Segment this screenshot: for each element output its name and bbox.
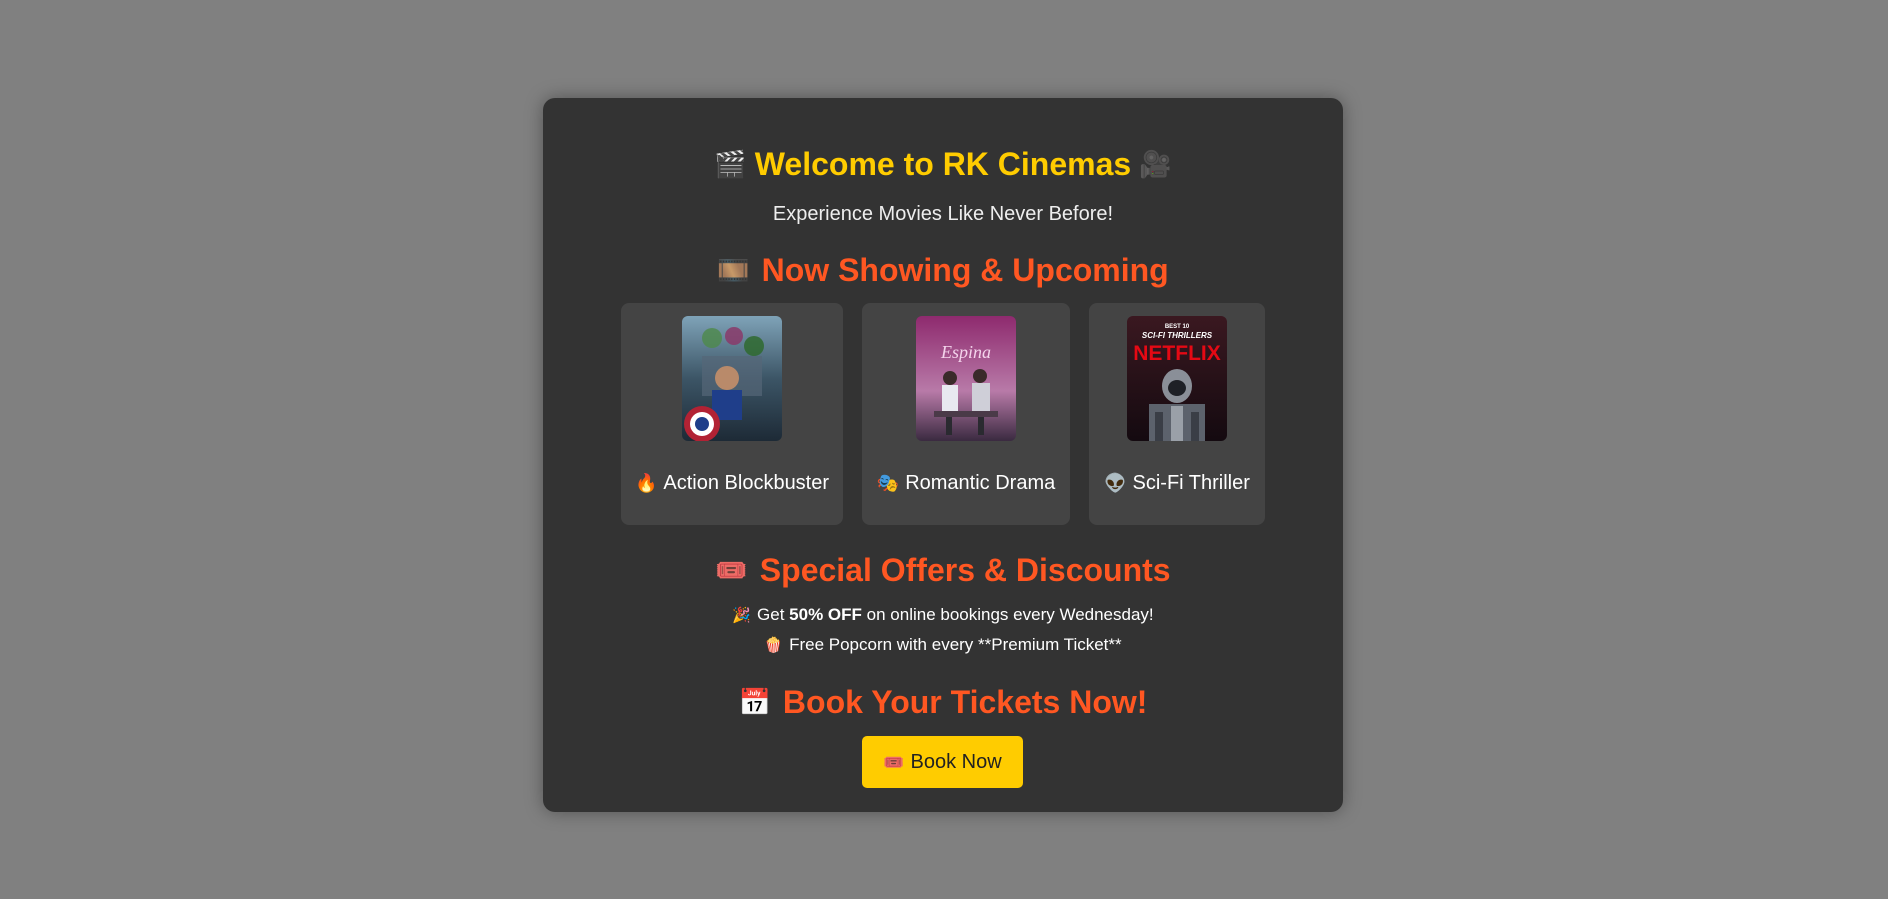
calendar-icon: 📅 [738,687,771,717]
movie-poster-scifi: BEST 10 SCI-FI THRILLERS NETFLIX [1127,316,1227,441]
now-showing-heading: 🎞️ Now Showing & Upcoming [543,251,1343,289]
movie-card-scifi[interactable]: BEST 10 SCI-FI THRILLERS NETFLIX 👽 Sci-Fi… [1089,303,1265,525]
clapperboard-icon: 🎬 [714,149,747,179]
movie-title-romance: Romantic Drama [905,472,1056,494]
performing-arts-icon: 🎭 [876,473,900,493]
popcorn-icon: 🍿 [764,637,784,654]
movie-poster-action [682,316,782,441]
poster-title-romance: Espina [940,342,991,362]
movie-poster-romance: Espina [916,316,1016,441]
page-title-text: Welcome to RK Cinemas [754,146,1132,182]
offer-wednesday: 🎉 Get 50% OFF on online bookings every We… [543,604,1343,627]
offer-wednesday-highlight: 50% OFF [789,605,862,624]
alien-icon: 👽 [1104,473,1127,493]
offers-heading-text: Special Offers & Discounts [759,552,1171,588]
party-popper-icon: 🎉 [732,607,752,624]
offers-heading: 🎟️ Special Offers & Discounts [543,551,1343,589]
ticket-icon: 🎟️ [715,555,748,585]
movie-title-scifi: Sci-Fi Thriller [1132,472,1250,494]
offer-popcorn-text: Free Popcorn with every **Premium Ticket… [789,635,1122,654]
netflix-logo: NETFLIX [1133,342,1221,365]
movie-card-action[interactable]: 🔥 Action Blockbuster [621,303,843,525]
now-showing-heading-text: Now Showing & Upcoming [761,252,1169,288]
film-frames-icon: 🎞️ [717,255,750,285]
movie-title-action: Action Blockbuster [663,472,830,494]
booking-heading: 📅 Book Your Tickets Now! [543,683,1343,721]
movie-card-romance[interactable]: Espina 🎭 Romantic Drama [862,303,1070,525]
main-card: 🎬 Welcome to RK Cinemas 🎥 Experience Movie… [543,98,1343,812]
movie-label-action: 🔥 Action Blockbuster [621,471,843,495]
movie-label-scifi: 👽 Sci-Fi Thriller [1089,471,1265,495]
page-subtitle: Experience Movies Like Never Before! [772,203,1114,225]
page-title: 🎬 Welcome to RK Cinemas 🎥 [543,145,1343,183]
offer-wednesday-prefix: Get [757,605,785,624]
movie-camera-icon: 🎥 [1139,149,1172,179]
fire-icon: 🔥 [634,473,658,493]
ticket-icon: 🎟️ [883,752,905,772]
offer-popcorn: 🍿 Free Popcorn with every **Premium Ticke… [543,634,1343,657]
poster-subtitle-scifi: SCI-FI THRILLERS [1142,331,1213,340]
book-now-label: Book Now [910,750,1002,773]
offer-wednesday-suffix: on online bookings every Wednesday! [866,605,1154,624]
booking-heading-text: Book Your Tickets Now! [782,684,1148,720]
poster-kicker-scifi: BEST 10 [1165,324,1190,330]
book-now-button[interactable]: 🎟️ Book Now [862,736,1023,788]
movie-label-romance: 🎭 Romantic Drama [862,471,1070,495]
